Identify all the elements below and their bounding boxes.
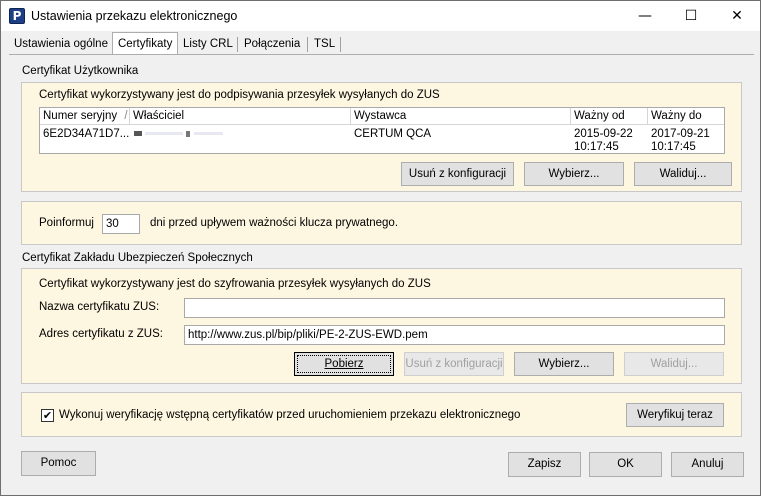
cancel-button[interactable]: Anuluj — [671, 452, 744, 477]
redacted-text-icon — [145, 132, 184, 136]
tab-separator — [307, 37, 308, 52]
user-cert-validate-button[interactable]: Waliduj... — [634, 162, 732, 186]
zus-cert-choose-button[interactable]: Wybierz... — [514, 352, 614, 376]
zus-cert-validate-button[interactable]: Waliduj... — [624, 352, 724, 376]
verify-box: ✔ Wykonuj weryfikację wstępną certyfikat… — [21, 392, 742, 437]
tab-general[interactable]: Ustawienia ogólne — [9, 34, 113, 54]
inform-days-input[interactable]: 30 — [102, 214, 140, 234]
column-header-serial-label: Numer seryjny — [43, 110, 118, 122]
cell-valid-from-time: 10:17:45 — [574, 141, 619, 153]
tab-tsl[interactable]: TSL — [309, 34, 340, 54]
tab-connections[interactable]: Połączenia — [239, 34, 305, 54]
zus-cert-download-button[interactable]: Pobierz — [294, 352, 394, 376]
inform-suffix-label: dni przed upływem ważności klucza prywat… — [150, 217, 399, 229]
user-cert-table[interactable]: Numer seryjny / Właściciel Wystawca Ważn… — [39, 107, 725, 154]
verify-label: Wykonuj weryfikację wstępną certyfikatów… — [59, 409, 521, 421]
zus-cert-remove-button[interactable]: Usuń z konfiguracji — [404, 352, 504, 376]
verify-now-button[interactable]: Weryfikuj teraz — [626, 403, 724, 427]
user-cert-choose-button[interactable]: Wybierz... — [524, 162, 624, 186]
tab-general-label: Ustawienia ogólne — [14, 38, 108, 50]
dialog-window: P Ustawienia przekazu elektronicznego — … — [0, 0, 761, 496]
sort-indicator-icon: / — [124, 110, 128, 122]
inform-prefix-label: Poinformuj — [39, 217, 94, 229]
tab-crl-lists-label: Listy CRL — [183, 38, 233, 50]
cell-valid-from-date: 2015-09-22 — [574, 128, 633, 140]
tab-separator — [340, 37, 341, 52]
ok-button[interactable]: OK — [589, 452, 662, 477]
cell-valid-to-time: 10:17:45 — [651, 141, 696, 153]
column-header-issuer[interactable]: Wystawca — [351, 108, 571, 125]
cell-owner — [133, 127, 223, 139]
zus-cert-box: Certyfikat wykorzystywany jest do szyfro… — [21, 268, 742, 384]
cell-issuer: CERTUM QCA — [354, 128, 432, 140]
zus-cert-group-label: Certyfikat Zakładu Ubezpieczeń Społeczny… — [22, 252, 253, 264]
column-header-owner[interactable]: Właściciel — [130, 108, 351, 125]
redacted-text-icon — [134, 131, 142, 137]
close-button[interactable]: ✕ — [714, 1, 760, 31]
minimize-button[interactable]: — — [622, 1, 668, 31]
column-header-valid-from[interactable]: Ważny od — [571, 108, 648, 125]
user-cert-table-header: Numer seryjny / Właściciel Wystawca Ważn… — [40, 108, 724, 125]
tab-tsl-label: TSL — [314, 38, 336, 50]
zus-cert-description: Certyfikat wykorzystywany jest do szyfro… — [39, 278, 431, 290]
window-title: Ustawienia przekazu elektronicznego — [31, 9, 238, 23]
zus-cert-name-input[interactable] — [184, 298, 725, 318]
user-cert-box: Certyfikat wykorzystywany jest do podpis… — [21, 82, 742, 192]
help-button[interactable]: Pomoc — [21, 451, 96, 476]
tab-connections-label: Połączenia — [244, 38, 301, 50]
redacted-text-icon — [186, 130, 191, 137]
user-cert-remove-button[interactable]: Usuń z konfiguracji — [401, 162, 514, 186]
user-cert-description: Certyfikat wykorzystywany jest do podpis… — [39, 89, 440, 101]
save-button[interactable]: Zapisz — [508, 452, 581, 477]
title-bar[interactable]: P Ustawienia przekazu elektronicznego — … — [1, 1, 760, 31]
cell-valid-to-date: 2017-09-21 — [651, 128, 710, 140]
cell-serial: 6E2D34A71D7... — [43, 128, 130, 140]
verify-checkbox[interactable]: ✔ — [41, 409, 54, 422]
table-row[interactable]: 6E2D34A71D7... CERTUM QCA 2015-09-22 10:… — [40, 126, 724, 154]
tab-certificates[interactable]: Certyfikaty — [112, 32, 179, 54]
zus-cert-address-input[interactable]: http://www.zus.pl/bip/pliki/PE-2-ZUS-EWD… — [184, 325, 725, 345]
zus-cert-address-label: Adres certyfikatu z ZUS: — [39, 328, 163, 340]
inform-box: Poinformuj 30 dni przed upływem ważności… — [21, 201, 742, 245]
tab-crl-lists[interactable]: Listy CRL — [178, 34, 238, 54]
tab-separator — [237, 37, 238, 52]
column-header-serial[interactable]: Numer seryjny / — [40, 108, 130, 125]
user-cert-group-label: Certyfikat Użytkownika — [22, 65, 139, 77]
app-icon: P — [9, 8, 25, 24]
column-header-valid-to[interactable]: Ważny do — [648, 108, 726, 125]
redacted-text-icon — [193, 132, 223, 136]
zus-cert-name-label: Nazwa certyfikatu ZUS: — [39, 301, 160, 313]
tab-certificates-label: Certyfikaty — [118, 38, 173, 50]
certificates-panel: Certyfikat Użytkownika Certyfikat wykorz… — [9, 54, 754, 437]
zus-cert-download-label: Pobierz — [324, 358, 364, 370]
maximize-button[interactable]: ☐ — [668, 1, 714, 31]
